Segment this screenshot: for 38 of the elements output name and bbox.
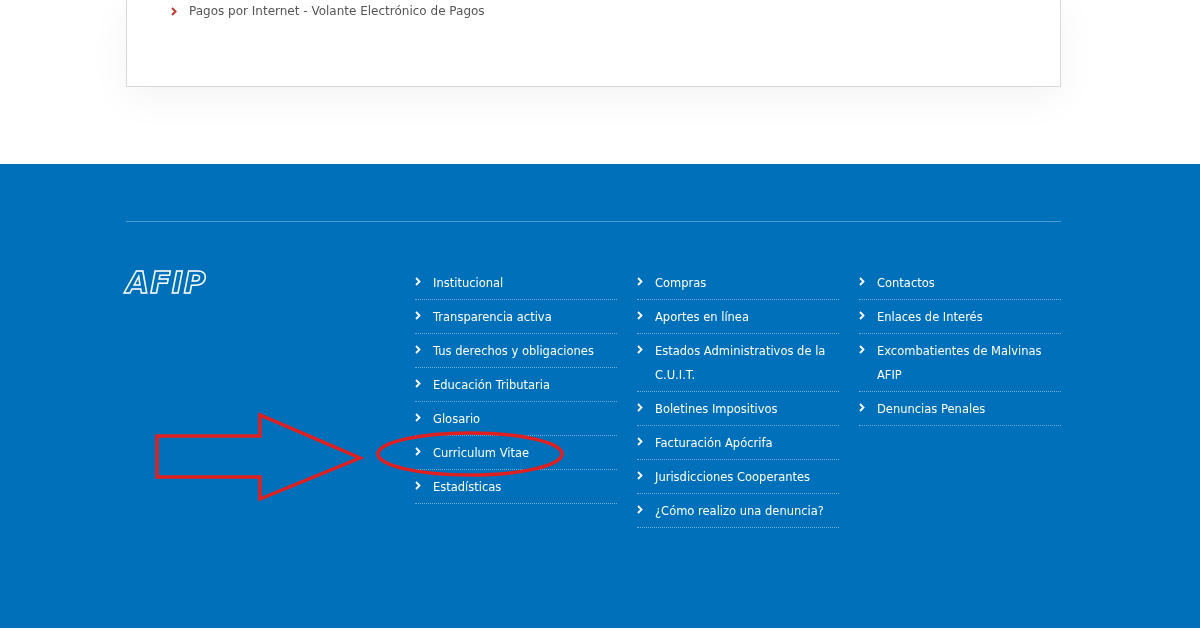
- card-link[interactable]: Pagos por Internet - Volante Electrónico de Pagos: [171, 4, 1060, 18]
- chevron-icon: [637, 403, 643, 412]
- footer-link[interactable]: Estadísticas: [415, 470, 617, 504]
- chevron-icon: [859, 345, 865, 354]
- footer-link[interactable]: Aportes en línea: [637, 300, 839, 334]
- chevron-icon: [637, 505, 643, 514]
- footer-link[interactable]: Transparencia activa: [415, 300, 617, 334]
- footer-link[interactable]: Boletines Impositivos: [637, 392, 839, 426]
- footer-link[interactable]: Facturación Apócrifa: [637, 426, 839, 460]
- footer-link[interactable]: Enlaces de Interés: [859, 300, 1061, 334]
- footer-link[interactable]: Jurisdicciones Cooperantes: [637, 460, 839, 494]
- chevron-icon: [415, 345, 421, 354]
- footer-link[interactable]: Compras: [637, 266, 839, 300]
- chevron-icon: [637, 311, 643, 320]
- chevron-icon: [415, 277, 421, 286]
- chevron-icon: [637, 437, 643, 446]
- footer-link[interactable]: Glosario: [415, 402, 617, 436]
- chevron-icon: [859, 403, 865, 412]
- footer-link[interactable]: ¿Cómo realizo una denuncia?: [637, 494, 839, 528]
- chevron-icon: [415, 481, 421, 490]
- chevron-icon: [637, 277, 643, 286]
- chevron-icon: [415, 311, 421, 320]
- chevron-icon: [415, 447, 421, 456]
- footer-link[interactable]: Excombatientes de Malvinas AFIP: [859, 334, 1061, 392]
- footer-link[interactable]: Denuncias Penales: [859, 392, 1061, 426]
- chevron-icon: [171, 6, 177, 16]
- footer-link[interactable]: Contactos: [859, 266, 1061, 300]
- chevron-icon: [859, 277, 865, 286]
- footer-link[interactable]: Estados Administrativos de la C.U.I.T.: [637, 334, 839, 392]
- footer-link[interactable]: Educación Tributaria: [415, 368, 617, 402]
- footer-link[interactable]: Institucional: [415, 266, 617, 300]
- chevron-icon: [637, 345, 643, 354]
- chevron-icon: [637, 471, 643, 480]
- footer-link[interactable]: Tus derechos y obligaciones: [415, 334, 617, 368]
- chevron-icon: [859, 311, 865, 320]
- footer-link[interactable]: Curriculum Vitae: [415, 436, 617, 470]
- chevron-icon: [415, 413, 421, 422]
- chevron-icon: [415, 379, 421, 388]
